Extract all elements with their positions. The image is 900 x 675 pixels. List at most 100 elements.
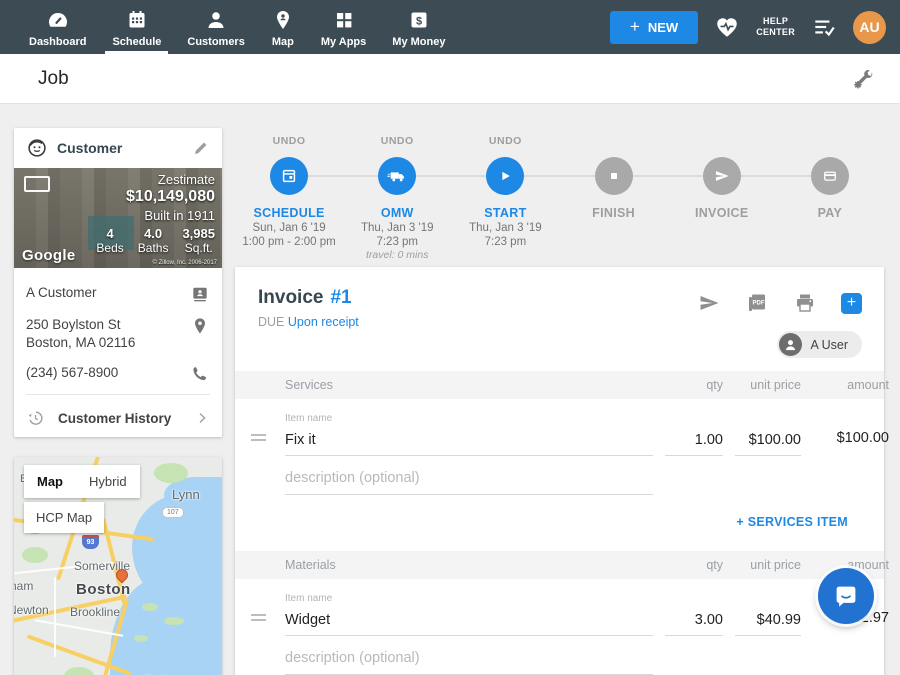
nav-item-dashboard[interactable]: Dashboard xyxy=(16,0,99,54)
unit-price-field xyxy=(735,429,801,456)
customer-face-icon xyxy=(26,137,48,159)
unit-price-input[interactable] xyxy=(735,429,801,456)
new-button[interactable]: + NEW xyxy=(610,11,698,44)
step-time: 7:23 pm xyxy=(376,236,418,248)
topbar-right: + NEW HELP CENTER AU xyxy=(610,0,900,54)
invoice-header: Invoice #1 DUE Upon receipt PDF + xyxy=(235,267,884,371)
step-date: Thu, Jan 3 '19 xyxy=(361,222,434,234)
job-tools-icon[interactable] xyxy=(850,66,876,92)
contact-card-icon[interactable] xyxy=(190,284,210,304)
nav-item-my-apps[interactable]: My Apps xyxy=(308,0,379,54)
step-label[interactable]: FINISH xyxy=(592,206,635,220)
play-icon xyxy=(496,167,514,185)
calendar-icon xyxy=(279,166,299,186)
task-list-check-icon[interactable] xyxy=(811,14,837,40)
section-title: Materials xyxy=(285,558,653,572)
nav-item-map[interactable]: Map xyxy=(258,0,308,54)
chat-bubble-icon xyxy=(831,581,861,611)
unit-price-column-header: unit price xyxy=(735,378,801,392)
nav-item-customers[interactable]: Customers xyxy=(174,0,257,54)
drag-handle[interactable] xyxy=(251,431,273,456)
step-label[interactable]: INVOICE xyxy=(695,206,749,220)
property-stats: 4 Beds 4.0 Baths 3,985 Sq.ft. xyxy=(96,226,215,255)
credit-card-icon xyxy=(821,167,839,185)
pdf-icon[interactable]: PDF xyxy=(745,291,769,315)
zestimate-value: $10,149,080 xyxy=(96,188,215,206)
invoice-number[interactable]: #1 xyxy=(330,287,351,309)
map-type-map-button[interactable]: Map xyxy=(24,465,76,498)
qty-input[interactable] xyxy=(665,609,723,636)
qty-field xyxy=(665,609,723,636)
nav-item-my-money[interactable]: $ My Money xyxy=(379,0,458,54)
assigned-user-chip[interactable]: A User xyxy=(777,331,862,358)
qty-field xyxy=(665,429,723,456)
map-label-boston: Boston xyxy=(76,581,131,598)
print-icon[interactable] xyxy=(793,291,817,315)
add-invoice-item-button[interactable]: + xyxy=(841,293,862,314)
map-label-newton: Newton xyxy=(14,603,49,617)
beds-stat: 4 Beds xyxy=(96,226,123,255)
materials-section-header: Materials qty unit price amount xyxy=(235,551,884,579)
step-label[interactable]: PAY xyxy=(818,206,843,220)
map-pin-icon xyxy=(271,8,295,32)
step-date: Sun, Jan 6 '19 xyxy=(252,222,325,234)
nav-item-schedule[interactable]: Schedule xyxy=(99,0,174,54)
location-pin-icon[interactable] xyxy=(190,316,210,336)
item-name-label: Item name xyxy=(285,413,653,424)
sqft-value: 3,985 xyxy=(182,226,215,241)
built-year: Built in 1911 xyxy=(96,208,215,223)
invoice-actions: PDF + xyxy=(697,291,862,315)
map-road xyxy=(35,620,124,638)
material-description-row xyxy=(235,636,884,675)
map-widget[interactable]: Burlington Lynn 107 2 93 Somerville ham … xyxy=(14,457,222,675)
hcp-map-button[interactable]: HCP Map xyxy=(24,502,104,533)
customer-name-row: A Customer xyxy=(26,278,210,310)
step-label[interactable]: SCHEDULE xyxy=(254,206,325,220)
pay-step-button[interactable] xyxy=(811,157,849,195)
property-photo[interactable]: Zestimate $10,149,080 Built in 1911 4 Be… xyxy=(14,168,222,268)
qty-input[interactable] xyxy=(665,429,723,456)
invoice-title: Invoice xyxy=(258,287,323,309)
invoice-step-button[interactable] xyxy=(703,157,741,195)
beds-label: Beds xyxy=(96,241,123,255)
description-input[interactable] xyxy=(285,644,653,675)
add-services-item-link[interactable]: + SERVICES ITEM xyxy=(736,515,848,529)
customer-history-row[interactable]: Customer History xyxy=(14,399,222,437)
job-progress-stepper: UNDO SCHEDULE Sun, Jan 6 '19 1:00 pm - 2… xyxy=(235,128,884,267)
due-terms-link[interactable]: Upon receipt xyxy=(288,315,359,329)
schedule-step-button[interactable] xyxy=(270,157,308,195)
sqft-stat: 3,985 Sq.ft. xyxy=(182,226,215,255)
new-button-label: NEW xyxy=(648,20,678,35)
step-label[interactable]: START xyxy=(484,206,526,220)
streetview-frame-icon[interactable] xyxy=(24,176,50,192)
undo-schedule-button[interactable]: UNDO xyxy=(273,135,306,149)
phone-icon[interactable] xyxy=(190,364,210,384)
finish-step-button[interactable] xyxy=(595,157,633,195)
drag-handle[interactable] xyxy=(251,611,273,636)
description-input[interactable] xyxy=(285,464,653,495)
user-avatar[interactable]: AU xyxy=(853,11,886,44)
item-name-input[interactable] xyxy=(285,609,653,636)
health-heart-icon[interactable] xyxy=(714,14,740,40)
step-label[interactable]: OMW xyxy=(381,206,414,220)
nav-label: Dashboard xyxy=(29,36,86,48)
start-step-button[interactable] xyxy=(486,157,524,195)
route-107-shield: 107 xyxy=(162,507,184,518)
undo-start-button[interactable]: UNDO xyxy=(489,135,522,149)
unit-price-input[interactable] xyxy=(735,609,801,636)
nav-label: My Apps xyxy=(321,36,366,48)
item-name-input[interactable] xyxy=(285,429,653,456)
omw-step-button[interactable] xyxy=(378,157,416,195)
help-center-link[interactable]: HELP CENTER xyxy=(756,16,795,39)
qty-column-header: qty xyxy=(665,378,723,392)
step-time: 7:23 pm xyxy=(485,236,527,248)
qty-column-header: qty xyxy=(665,558,723,572)
edit-pencil-icon[interactable] xyxy=(192,139,210,157)
step-date: Thu, Jan 3 '19 xyxy=(469,222,542,234)
customer-card-header: Customer xyxy=(14,128,222,168)
send-invoice-icon[interactable] xyxy=(697,291,721,315)
chat-support-button[interactable] xyxy=(818,568,874,624)
map-type-hybrid-button[interactable]: Hybrid xyxy=(76,465,140,498)
undo-omw-button[interactable]: UNDO xyxy=(381,135,414,149)
service-item-row: Item name $100.00 ✕ xyxy=(235,399,884,456)
